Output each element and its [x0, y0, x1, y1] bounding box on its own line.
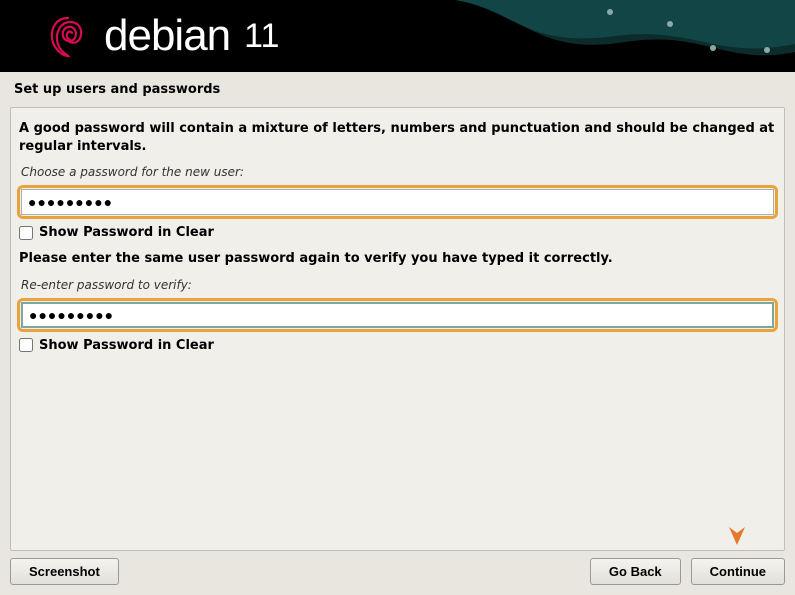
show-password1-label: Show Password in Clear	[39, 225, 214, 240]
password2-highlight	[17, 298, 778, 332]
main-panel: A good password will contain a mixture o…	[10, 107, 785, 551]
password2-input[interactable]	[21, 302, 774, 328]
go-back-button[interactable]: Go Back	[590, 558, 681, 585]
continue-button[interactable]: Continue	[691, 558, 785, 585]
page-title: Set up users and passwords	[0, 72, 795, 107]
password-instruction: A good password will contain a mixture o…	[17, 120, 778, 163]
password1-input[interactable]	[21, 189, 774, 215]
verify-instruction: Please enter the same user password agai…	[17, 250, 778, 276]
debian-swirl-icon	[48, 12, 88, 60]
brand-name: debian	[104, 11, 230, 61]
password2-label: Re-enter password to verify:	[17, 276, 778, 296]
show-password2-checkbox[interactable]	[19, 338, 33, 352]
show-password1-checkbox[interactable]	[19, 226, 33, 240]
screenshot-button[interactable]: Screenshot	[10, 558, 119, 585]
show-password2-label: Show Password in Clear	[39, 338, 214, 353]
password1-highlight	[17, 185, 778, 219]
password1-label: Choose a password for the new user:	[17, 163, 778, 183]
installer-header: debian 11	[0, 0, 795, 72]
brand-version: 11	[244, 17, 279, 56]
footer-bar: Screenshot Go Back Continue	[10, 558, 785, 585]
